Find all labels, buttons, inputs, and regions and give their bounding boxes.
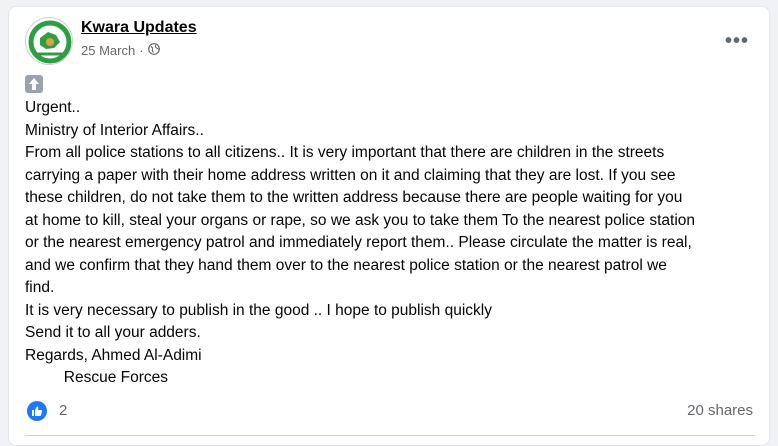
- post-text: Urgent.. Ministry of Interior Affairs.. …: [25, 99, 696, 386]
- post-body: Urgent.. Ministry of Interior Affairs.. …: [25, 75, 755, 390]
- reaction-count[interactable]: 2: [59, 402, 67, 419]
- more-options-button[interactable]: •••: [719, 27, 755, 55]
- kwara-logo-icon: [27, 19, 72, 64]
- page-name-link[interactable]: Kwara Updates: [81, 19, 197, 37]
- thumbs-up-icon[interactable]: [27, 401, 47, 421]
- post-footer: 2 20 shares: [25, 399, 755, 423]
- up-arrow-icon: [25, 75, 43, 93]
- page-avatar[interactable]: [25, 17, 73, 65]
- post-date[interactable]: 25 March: [81, 43, 135, 58]
- meta-separator: ·: [139, 43, 144, 58]
- post-meta: 25 March ·: [81, 43, 160, 58]
- footer-divider: [25, 435, 755, 436]
- share-count[interactable]: 20 shares: [687, 402, 753, 419]
- post-card: Kwara Updates 25 March · ••• Urgent.. Mi…: [8, 6, 770, 446]
- globe-icon: [147, 43, 160, 58]
- post-header: Kwara Updates 25 March · •••: [25, 17, 759, 69]
